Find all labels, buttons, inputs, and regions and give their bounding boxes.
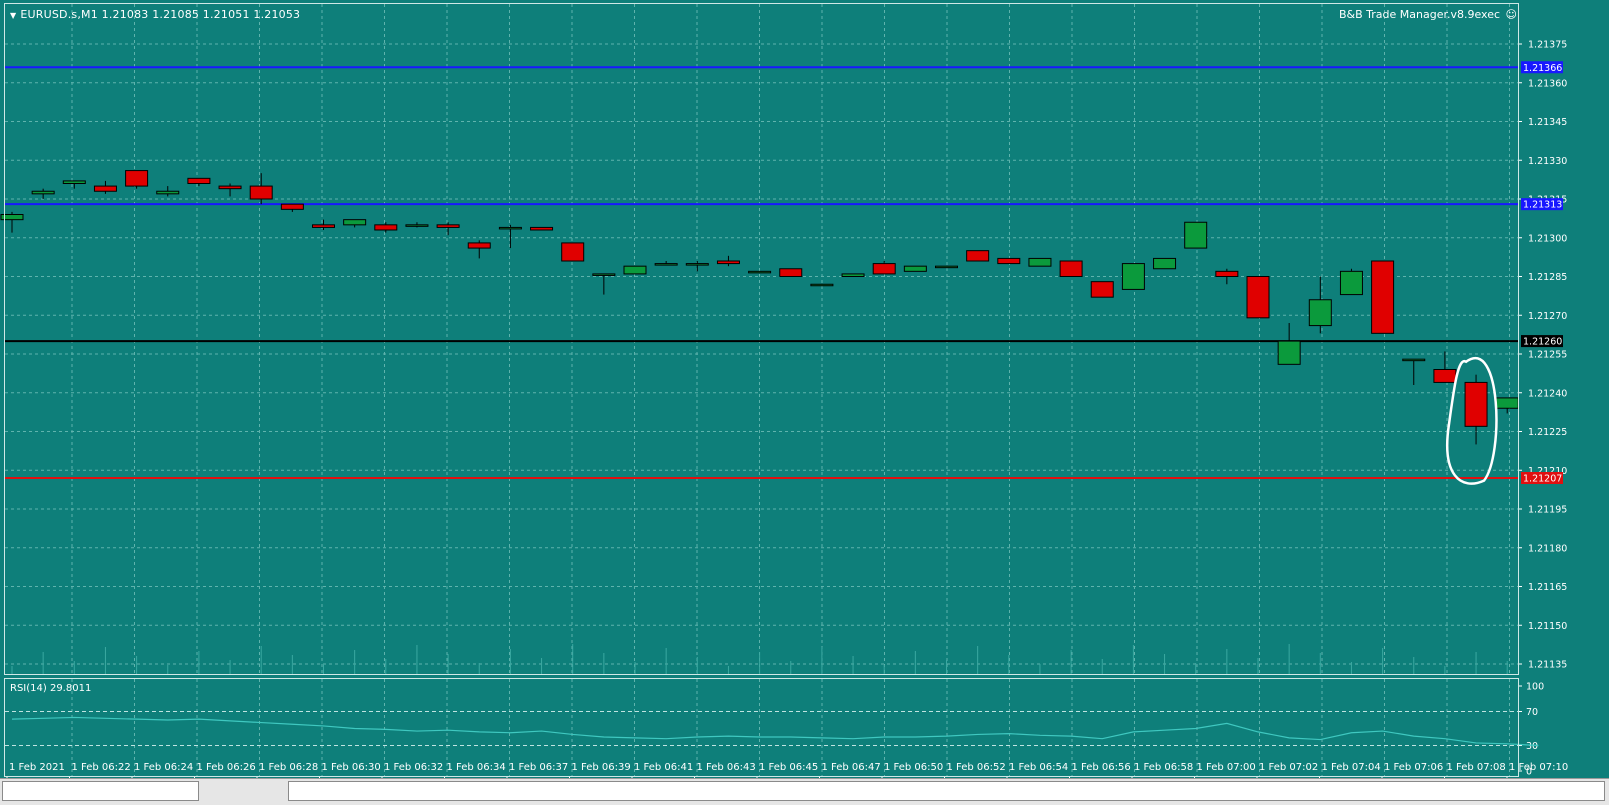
symbol-header[interactable]: ▼ EURUSD.s,M1 1.21083 1.21085 1.21051 1.2… — [10, 8, 300, 21]
price-tick-label: 1.21150 — [1528, 621, 1567, 632]
price-tick-label: 1.21345 — [1528, 117, 1567, 128]
chart-tab-active[interactable] — [288, 781, 1605, 801]
rsi-label: RSI(14) 29.8011 — [10, 683, 92, 694]
rsi-subwindow-frame — [4, 678, 1519, 777]
price-tick-label: 1.21180 — [1528, 543, 1567, 554]
rsi-tick-label: 30 — [1526, 741, 1538, 752]
chart-tab[interactable] — [2, 781, 199, 801]
price-tick-label: 1.21135 — [1528, 660, 1567, 671]
smiley-icon: ☺ — [1505, 8, 1517, 21]
dropdown-arrow-icon[interactable]: ▼ — [10, 11, 16, 20]
level-price-label-red: 1.21207 — [1523, 474, 1562, 485]
price-tick-label: 1.21360 — [1528, 78, 1567, 89]
price-tick-label: 1.21330 — [1528, 156, 1567, 167]
level-price-label-black: 1.21260 — [1523, 337, 1562, 348]
rsi-tick-label: 100 — [1526, 682, 1544, 693]
chart-tabs-bar — [0, 778, 1609, 805]
price-tick-label: 1.21255 — [1528, 350, 1567, 361]
price-tick-label: 1.21300 — [1528, 233, 1567, 244]
price-tick-label: 1.21285 — [1528, 272, 1567, 283]
price-tick-label: 1.21240 — [1528, 388, 1567, 399]
level-price-label-blue_top: 1.21366 — [1523, 63, 1562, 74]
price-tick-label: 1.21165 — [1528, 582, 1567, 593]
chart-window[interactable]: 1.213751.213601.213451.213301.213151.213… — [0, 0, 1609, 805]
price-tick-label: 1.21375 — [1528, 40, 1567, 51]
main-chart-frame — [4, 3, 1519, 675]
expert-advisor-label: B&B Trade Manager.v8.9exec ☺ — [1339, 8, 1517, 21]
symbol-quote-text: EURUSD.s,M1 1.21083 1.21085 1.21051 1.21… — [20, 8, 301, 21]
price-tick-label: 1.21270 — [1528, 311, 1567, 322]
ea-name: B&B Trade Manager.v8.9exec — [1338, 8, 1501, 21]
price-tick-label: 1.21195 — [1528, 505, 1567, 516]
rsi-tick-label: 70 — [1526, 707, 1538, 718]
level-price-label-blue_mid: 1.21313 — [1523, 200, 1562, 211]
price-tick-label: 1.21225 — [1528, 427, 1567, 438]
